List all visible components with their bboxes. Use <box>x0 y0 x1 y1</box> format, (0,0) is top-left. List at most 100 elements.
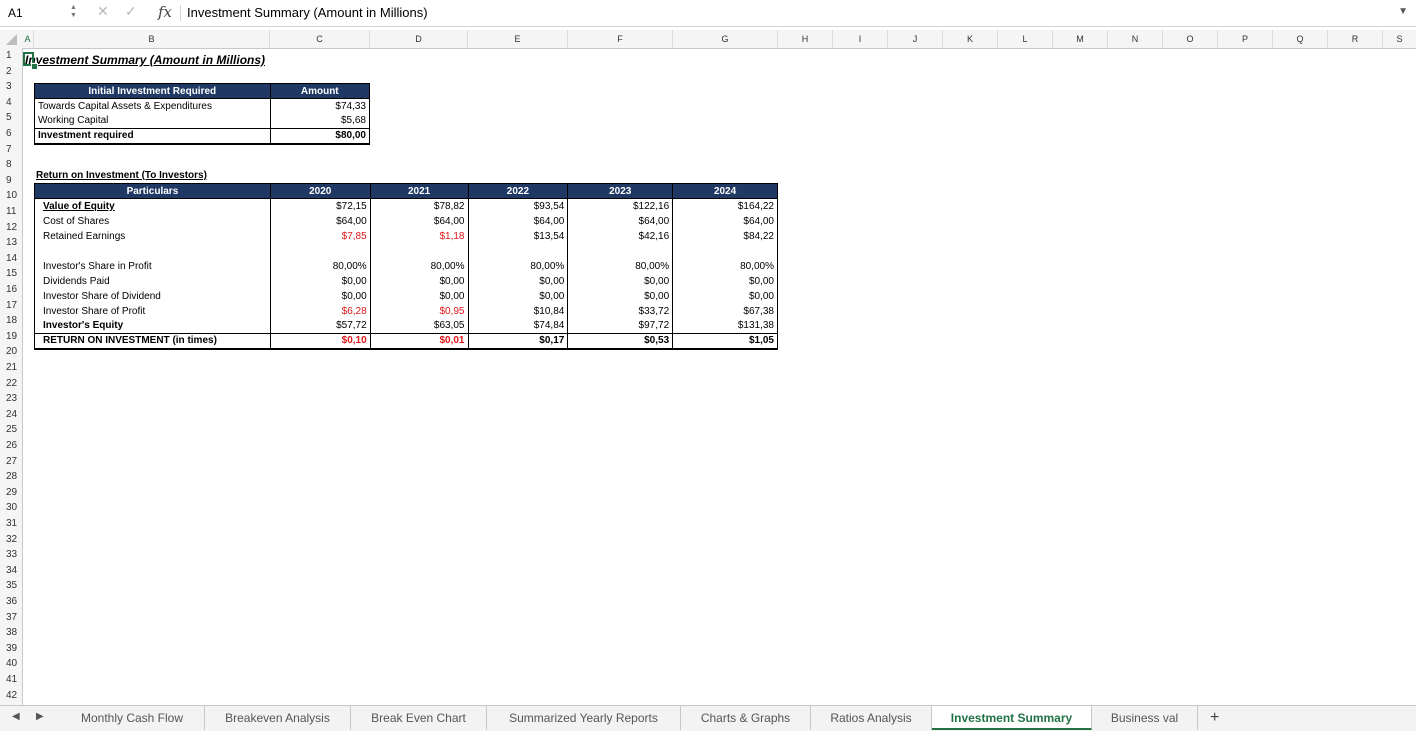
row-header-28[interactable]: 28 <box>0 469 22 485</box>
column-header-m[interactable]: M <box>1053 30 1108 48</box>
table-cell[interactable]: $0,17 <box>467 333 569 350</box>
table-cell[interactable]: $0,00 <box>467 288 569 304</box>
table-cell[interactable]: $6,28 <box>269 303 371 319</box>
table-cell[interactable] <box>269 243 371 259</box>
row-label[interactable]: Investor's Equity <box>34 318 271 334</box>
table-cell[interactable]: $64,00 <box>567 213 674 229</box>
total-amount[interactable]: $80,00 <box>269 128 370 145</box>
row-header-22[interactable]: 22 <box>0 376 22 392</box>
column-header-c[interactable]: C <box>270 30 370 48</box>
table-cell[interactable] <box>672 243 778 259</box>
row-header-40[interactable]: 40 <box>0 656 22 672</box>
row-header-33[interactable]: 33 <box>0 547 22 563</box>
table-cell[interactable]: $13,54 <box>467 228 569 244</box>
table-cell[interactable]: $10,84 <box>467 303 569 319</box>
row-header-37[interactable]: 37 <box>0 610 22 626</box>
table-cell[interactable]: $33,72 <box>567 303 674 319</box>
table-cell[interactable]: $57,72 <box>269 318 371 334</box>
row-label[interactable]: Towards Capital Assets & Expenditures <box>34 98 271 114</box>
table-cell[interactable]: $63,05 <box>369 318 469 334</box>
select-all-corner[interactable] <box>0 30 22 48</box>
table-cell[interactable]: $0,00 <box>672 288 778 304</box>
row-header-6[interactable]: 6 <box>0 126 22 142</box>
sheet-tab-investment-summary[interactable]: Investment Summary <box>932 706 1092 730</box>
table-cell[interactable]: $0,00 <box>567 288 674 304</box>
table-cell[interactable]: $42,16 <box>567 228 674 244</box>
sheet-tab-break-even-chart[interactable]: Break Even Chart <box>351 706 487 730</box>
next-sheet-icon[interactable]: ▶ <box>36 711 44 722</box>
table-cell[interactable]: 80,00% <box>269 258 371 274</box>
table-cell[interactable]: $64,00 <box>672 213 778 229</box>
fill-handle[interactable] <box>31 63 38 70</box>
column-header-b[interactable]: B <box>34 30 270 48</box>
row-header-23[interactable]: 23 <box>0 391 22 407</box>
table-cell[interactable]: $0,53 <box>567 333 674 350</box>
row-header-18[interactable]: 18 <box>0 313 22 329</box>
row-label[interactable]: Working Capital <box>34 113 271 129</box>
row-header-4[interactable]: 4 <box>0 95 22 111</box>
table-cell[interactable]: $0,00 <box>672 273 778 289</box>
table-cell[interactable]: $0,00 <box>369 288 469 304</box>
row-label[interactable]: Cost of Shares <box>34 213 271 229</box>
prev-sheet-icon[interactable]: ◀ <box>12 711 20 722</box>
name-box-stepper-icon[interactable]: ▲ ▼ <box>70 4 77 20</box>
column-header-q[interactable]: Q <box>1273 30 1328 48</box>
row-label[interactable]: Value of Equity <box>34 198 271 214</box>
table-cell[interactable]: 80,00% <box>369 258 469 274</box>
table-cell[interactable]: $0,01 <box>369 333 469 350</box>
table-cell[interactable]: 80,00% <box>567 258 674 274</box>
row-header-30[interactable]: 30 <box>0 500 22 516</box>
table-cell[interactable]: $0,00 <box>567 273 674 289</box>
table-cell[interactable]: $0,00 <box>467 273 569 289</box>
row-header-31[interactable]: 31 <box>0 516 22 532</box>
table-cell[interactable]: $0,00 <box>269 273 371 289</box>
table-cell[interactable] <box>467 243 569 259</box>
column-header-o[interactable]: O <box>1163 30 1218 48</box>
row-header-41[interactable]: 41 <box>0 672 22 688</box>
table-cell[interactable] <box>369 243 469 259</box>
function-icon[interactable]: fx <box>158 3 172 21</box>
sheet-tab-breakeven-analysis[interactable]: Breakeven Analysis <box>205 706 351 730</box>
table-cell[interactable]: 80,00% <box>467 258 569 274</box>
table-cell[interactable]: $93,54 <box>467 198 569 214</box>
row-header-25[interactable]: 25 <box>0 422 22 438</box>
row-amount[interactable]: $5,68 <box>269 113 370 129</box>
table-cell[interactable]: 80,00% <box>672 258 778 274</box>
table-cell[interactable]: $1,18 <box>369 228 469 244</box>
table-cell[interactable]: $164,22 <box>672 198 778 214</box>
column-header-h[interactable]: H <box>778 30 833 48</box>
row-header-5[interactable]: 5 <box>0 110 22 126</box>
sheet-tab-business-val[interactable]: Business val <box>1092 706 1198 730</box>
column-header-k[interactable]: K <box>943 30 998 48</box>
row-label[interactable]: Investor Share of Dividend <box>34 288 271 304</box>
row-header-7[interactable]: 7 <box>0 142 22 158</box>
table-cell[interactable]: $0,00 <box>369 273 469 289</box>
row-header-16[interactable]: 16 <box>0 282 22 298</box>
row-header-24[interactable]: 24 <box>0 407 22 423</box>
table-cell[interactable]: $74,84 <box>467 318 569 334</box>
row-header-8[interactable]: 8 <box>0 157 22 173</box>
table-cell[interactable]: $1,05 <box>672 333 778 350</box>
worksheet-grid[interactable]: Investment Summary (Amount in Millions) … <box>23 48 1416 705</box>
column-header-j[interactable]: J <box>888 30 943 48</box>
name-box[interactable]: A1 <box>0 0 80 26</box>
table-cell[interactable] <box>34 243 271 259</box>
row-header-39[interactable]: 39 <box>0 641 22 657</box>
row-amount[interactable]: $74,33 <box>269 98 370 114</box>
column-header-r[interactable]: R <box>1328 30 1383 48</box>
table-cell[interactable] <box>567 243 674 259</box>
row-header-19[interactable]: 19 <box>0 329 22 345</box>
table-cell[interactable]: $97,72 <box>567 318 674 334</box>
table-cell[interactable]: $84,22 <box>672 228 778 244</box>
row-header-11[interactable]: 11 <box>0 204 22 220</box>
row-header-27[interactable]: 27 <box>0 454 22 470</box>
column-header-a[interactable]: A <box>22 30 34 48</box>
row-header-15[interactable]: 15 <box>0 266 22 282</box>
cancel-icon[interactable]: ✕ <box>97 3 109 20</box>
table-cell[interactable]: $64,00 <box>269 213 371 229</box>
row-label[interactable]: RETURN ON INVESTMENT (in times) <box>34 333 271 350</box>
column-header-p[interactable]: P <box>1218 30 1273 48</box>
column-header-l[interactable]: L <box>998 30 1053 48</box>
column-header-s[interactable]: S <box>1383 30 1416 48</box>
row-header-34[interactable]: 34 <box>0 563 22 579</box>
